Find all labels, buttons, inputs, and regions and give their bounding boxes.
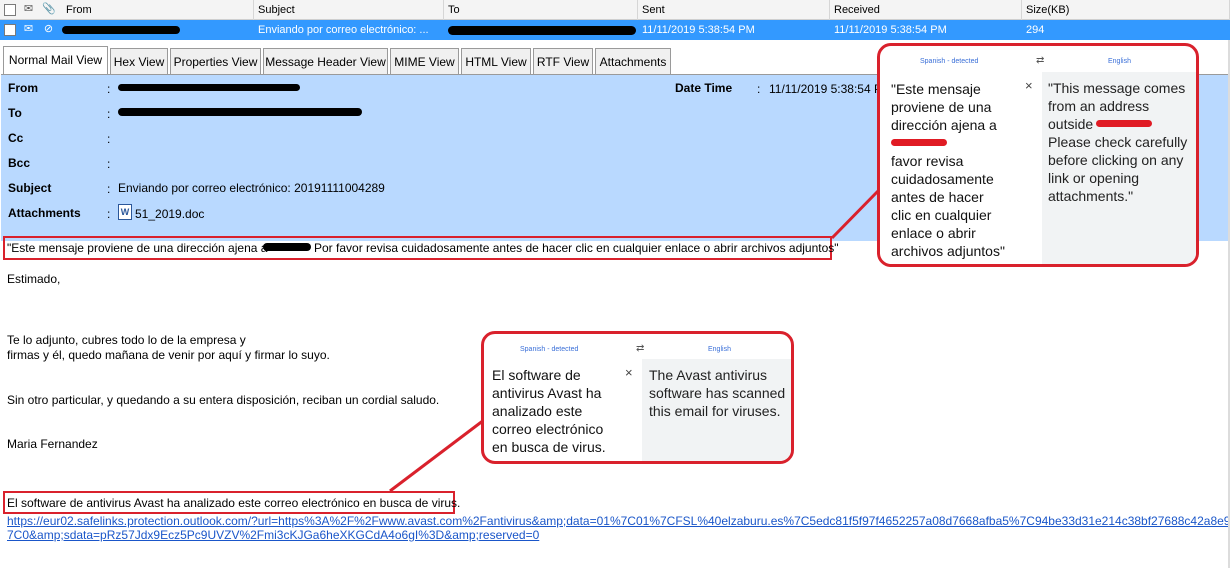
avast-notice: El software de antivirus Avast ha analiz… xyxy=(7,496,461,510)
target-language[interactable]: English xyxy=(1108,58,1131,65)
cc-label: Cc xyxy=(8,131,24,145)
translation-callout-avast: Spanish - detected ⇄ English × El softwa… xyxy=(481,331,794,464)
safelink-url-line-2[interactable]: 7C0&amp;sdata=pRz57Jdx9Ecz5Pc9UVZV%2Fmi3… xyxy=(7,528,539,542)
column-subject[interactable]: Subject xyxy=(254,0,444,20)
envelope-icon: ✉ xyxy=(23,23,34,35)
message-list-header: ✉ 📎 From Subject To Sent Received Size(K… xyxy=(0,0,1230,20)
cc-colon: : xyxy=(107,132,111,146)
source-text: "Este mensaje proviene de una dirección … xyxy=(891,81,1005,259)
attachments-label: Attachments xyxy=(8,206,81,220)
date-colon: : xyxy=(757,82,761,96)
swap-languages-icon[interactable]: ⇄ xyxy=(1036,55,1044,66)
body-line-3: Sin otro particular, y quedando a su ent… xyxy=(7,393,440,407)
redacted-sender xyxy=(62,26,180,34)
tab-normal-mail-view[interactable]: Normal Mail View xyxy=(3,46,108,74)
envelope-icon: ✉ xyxy=(23,3,34,15)
redacted-recipient xyxy=(448,26,636,35)
paperclip-icon: 📎 xyxy=(42,3,56,15)
target-language[interactable]: English xyxy=(708,346,731,353)
redacted-from xyxy=(118,84,300,91)
date-value: 11/11/2019 5:38:54 P xyxy=(769,82,882,96)
source-language[interactable]: Spanish - detected xyxy=(920,58,978,65)
body-line-2: firmas y él, quedo mañana de venir por a… xyxy=(7,348,330,362)
bcc-label: Bcc xyxy=(8,156,31,170)
translated-text: "This message comes from an address outs… xyxy=(1042,72,1196,264)
to-label: To xyxy=(8,106,22,120)
tab-hex-view[interactable]: Hex View xyxy=(110,48,168,74)
source-language[interactable]: Spanish - detected xyxy=(520,346,578,353)
message-row-selected[interactable]: ✉ ⊘ Enviando por correo electrónico: ...… xyxy=(0,20,1230,40)
column-to[interactable]: To xyxy=(444,0,638,20)
column-sent[interactable]: Sent xyxy=(638,0,830,20)
subject-value: Enviando por correo electrónico: 2019111… xyxy=(118,181,385,195)
attachments-colon: : xyxy=(107,207,111,221)
tab-message-header-view[interactable]: Message Header View xyxy=(263,48,388,74)
bcc-colon: : xyxy=(107,157,111,171)
row-sent: 11/11/2019 5:38:54 PM xyxy=(642,24,755,36)
warning-text-start: "Este mensaje proviene de una dirección … xyxy=(7,241,268,255)
word-document-icon: W xyxy=(118,204,132,220)
row-subject: Enviando por correo electrónico: ... xyxy=(258,24,429,36)
row-checkbox[interactable] xyxy=(4,24,16,36)
attachment-file[interactable]: 51_2019.doc xyxy=(135,207,204,221)
subject-colon: : xyxy=(107,182,111,196)
tab-html-view[interactable]: HTML View xyxy=(461,48,531,74)
row-size: 294 xyxy=(1026,24,1045,36)
redacted-to xyxy=(118,108,362,116)
column-received[interactable]: Received xyxy=(830,0,1022,20)
source-text: El software de antivirus Avast ha analiz… xyxy=(492,367,606,455)
swap-languages-icon[interactable]: ⇄ xyxy=(636,343,644,354)
connector-line-2 xyxy=(389,418,485,493)
body-line-1: Te lo adjunto, cubres todo lo de la empr… xyxy=(7,333,246,347)
checkbox-icon[interactable] xyxy=(4,4,16,16)
translation-callout-warning: Spanish - detected ⇄ English × "Este men… xyxy=(877,43,1199,267)
tab-attachments[interactable]: Attachments xyxy=(595,48,671,74)
redacted-company xyxy=(263,243,311,251)
row-received: 11/11/2019 5:38:54 PM xyxy=(834,24,947,36)
from-colon: : xyxy=(107,82,111,96)
paperclip-icon: ⊘ xyxy=(43,23,54,35)
tab-mime-view[interactable]: MIME View xyxy=(390,48,459,74)
from-label: From xyxy=(8,81,38,95)
safelink-url-line-1[interactable]: https://eur02.safelinks.protection.outlo… xyxy=(7,514,1230,528)
tab-rtf-view[interactable]: RTF View xyxy=(533,48,593,74)
column-size[interactable]: Size(KB) xyxy=(1022,0,1230,20)
warning-text-end: Por favor revisa cuidadosamente antes de… xyxy=(314,241,839,255)
subject-label: Subject xyxy=(8,181,52,195)
greeting: Estimado, xyxy=(7,272,61,286)
to-colon: : xyxy=(107,107,111,121)
column-from[interactable]: From xyxy=(62,0,254,20)
date-label: Date Time xyxy=(675,81,733,95)
tab-properties-view[interactable]: Properties View xyxy=(170,48,261,74)
signature: Maria Fernandez xyxy=(7,437,98,451)
translated-text: The Avast antivirus software has scanned… xyxy=(642,359,791,461)
